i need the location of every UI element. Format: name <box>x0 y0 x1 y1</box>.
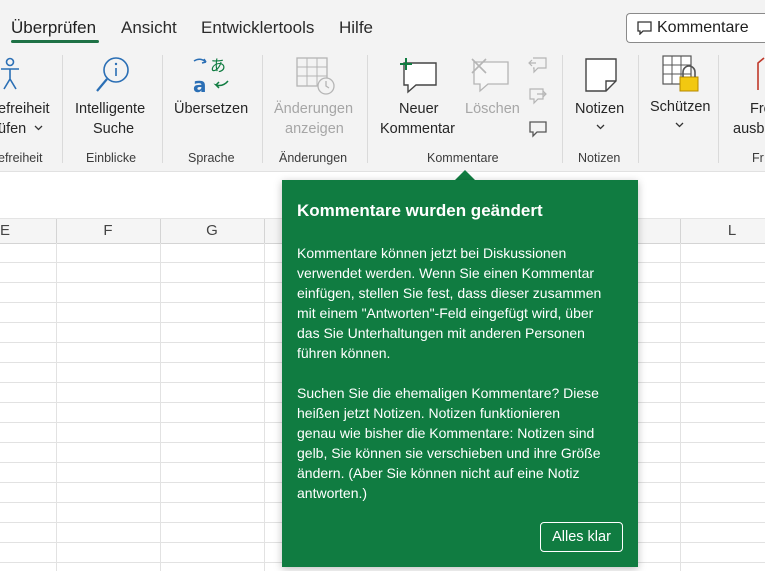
smart-lookup-label-1: Intelligente <box>75 101 146 117</box>
grid-column-line <box>264 243 265 571</box>
tab-hilfe[interactable]: Hilfe <box>339 18 373 38</box>
smart-lookup-icon <box>96 57 129 92</box>
notes-label: Notizen <box>575 101 625 117</box>
column-border <box>264 219 265 243</box>
accessibility-label-1: efreiheit <box>0 101 50 117</box>
chevron-down-icon <box>596 124 605 130</box>
callout-text-line: verwendet werden. Wenn Sie einen Komment… <box>297 265 595 281</box>
comments-changed-callout: Kommentare wurden geändert Kommentare kö… <box>282 180 638 567</box>
ribbon-tab-bar: Überprüfen Ansicht Entwicklertools Hilfe… <box>0 0 765 47</box>
previous-comment-icon[interactable] <box>528 56 548 74</box>
callout-text-line: antworten.) <box>297 485 368 501</box>
comment-icon <box>637 21 652 35</box>
translate-label: Übersetzen <box>174 101 249 117</box>
group-separator <box>562 55 563 163</box>
callout-title: Kommentare wurden geändert <box>297 201 543 220</box>
accessibility-icon <box>1 57 19 90</box>
chevron-down-icon <box>675 122 684 128</box>
show-changes-icon <box>296 57 335 95</box>
got-it-button[interactable]: Alles klar <box>540 522 623 552</box>
next-comment-icon[interactable] <box>528 87 548 105</box>
group-label-einblicke: Einblicke <box>86 151 137 165</box>
callout-text-line: mit einem "Antworten"-Feld eingefügt wir… <box>297 305 594 321</box>
new-comment-label-2: Kommentar <box>380 121 455 137</box>
callout-text-line: das Sie Unterhaltungen mit anderen Perso… <box>297 325 585 341</box>
cut-off-label-1: Fre <box>750 101 765 117</box>
callout-paragraph-1: Kommentare können jetzt bei Diskussionen… <box>297 243 627 363</box>
group-label-aenderungen: Änderungen <box>279 151 348 165</box>
group-separator <box>162 55 163 163</box>
column-header-g[interactable]: G <box>160 222 264 239</box>
note-icon <box>585 58 617 92</box>
column-header-f[interactable]: F <box>56 222 160 239</box>
group-separator <box>62 55 63 163</box>
group-separator <box>262 55 263 163</box>
group-label-accessibility: efreiheit <box>0 151 43 165</box>
comments-button-label: Kommentare <box>657 19 749 36</box>
group-separator <box>638 55 639 163</box>
show-changes-label-2: anzeigen <box>285 121 344 137</box>
active-tab-indicator <box>11 40 99 43</box>
callout-paragraph-2: Suchen Sie die ehemaligen Kommentare? Di… <box>297 383 627 503</box>
delete-comment-icon <box>471 58 509 93</box>
callout-text-line: ändern. (Aber Sie können nicht auf eine … <box>297 465 580 481</box>
tab-entwicklertools[interactable]: Entwicklertools <box>201 18 314 38</box>
callout-text-line: einfügen, stellen Sie fest, dass dieser … <box>297 285 602 301</box>
callout-text-line: genau wie bisher die Kommentare: Notizen… <box>297 425 595 441</box>
show-comments-icon[interactable] <box>528 120 548 138</box>
column-header-l[interactable]: L <box>680 222 765 239</box>
grid-column-line <box>160 243 161 571</box>
cut-off-label-2: ausb <box>733 121 765 137</box>
grid-column-line <box>56 243 57 571</box>
grid-column-line <box>680 243 681 571</box>
new-comment-icon <box>400 58 437 94</box>
group-label-kommentare: Kommentare <box>427 151 499 165</box>
show-changes-label-1: Änderungen <box>274 101 354 117</box>
column-header-e[interactable]: E <box>0 222 10 239</box>
accessibility-label-2: üfen <box>0 121 27 137</box>
protect-label: Schützen <box>650 99 711 115</box>
callout-text-line: Kommentare können jetzt bei Diskussionen <box>297 245 567 261</box>
group-label-sprache: Sprache <box>188 151 235 165</box>
callout-text-line: führen können. <box>297 345 391 361</box>
callout-text-line: gelb, Sie können sie verschieben und ihr… <box>297 445 601 461</box>
svg-text:あ: あ <box>210 57 226 75</box>
delete-comment-label: Löschen <box>465 101 520 117</box>
group-separator <box>367 55 368 163</box>
group-label-cut-off: Fr <box>752 151 764 165</box>
new-comment-label-1: Neuer <box>399 101 439 117</box>
chevron-down-icon <box>34 125 43 131</box>
group-label-notizen: Notizen <box>578 151 621 165</box>
callout-text-line: Suchen Sie die ehemaligen Kommentare? Di… <box>297 385 599 401</box>
comments-pane-button[interactable]: Kommentare <box>626 13 765 43</box>
tab-ueberpruefen[interactable]: Überprüfen <box>11 18 96 38</box>
tab-ansicht[interactable]: Ansicht <box>121 18 177 38</box>
smart-lookup-label-2: Suche <box>93 121 135 137</box>
protect-sheet-icon <box>662 55 699 92</box>
group-separator <box>718 55 719 163</box>
translate-icon: あ a <box>193 57 229 95</box>
ribbon: efreiheit üfen efreiheit Intelligente Su… <box>0 47 765 172</box>
red-document-icon <box>757 57 765 90</box>
svg-text:a: a <box>193 73 207 95</box>
callout-text-line: heißen jetzt Notizen. Notizen funktionie… <box>297 405 561 421</box>
